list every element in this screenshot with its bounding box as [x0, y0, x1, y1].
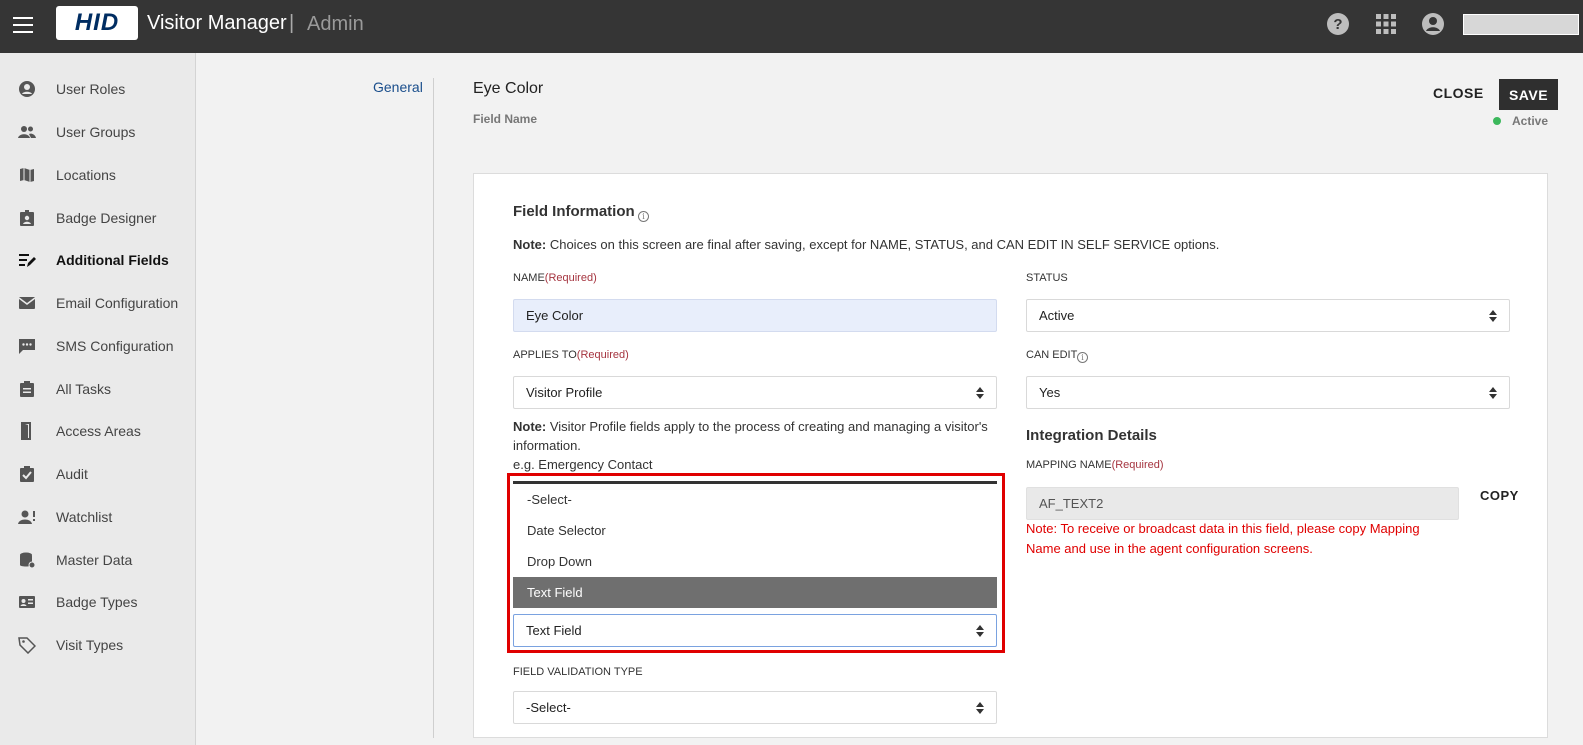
page-title: Eye Color: [473, 80, 544, 97]
sidebar-item-label: Watchlist: [56, 509, 113, 525]
field-validation-select[interactable]: -Select-: [513, 691, 997, 724]
apps-grid-icon[interactable]: [1374, 12, 1398, 36]
sidebar-item-label: Additional Fields: [56, 252, 169, 268]
applies-to-label: APPLIES TO(Required): [513, 349, 629, 361]
database-icon: [20, 552, 36, 569]
sidebar-item-email-configuration[interactable]: Email Configuration: [0, 285, 196, 321]
status-dot-icon: [1493, 117, 1501, 125]
sidebar-item-sms-configuration[interactable]: SMS Configuration: [0, 328, 196, 364]
sidebar-item-additional-fields[interactable]: Additional Fields: [0, 242, 196, 278]
badge-icon: [20, 210, 34, 226]
users-icon: [18, 126, 36, 138]
sidebar-item-audit[interactable]: Audit: [0, 456, 196, 492]
integration-title: Integration Details: [1026, 427, 1157, 444]
field-validation-label: FIELD VALIDATION TYPE: [513, 666, 643, 678]
tab-general[interactable]: General: [373, 79, 423, 95]
chevron-updown-icon: [1489, 387, 1497, 399]
sidebar-item-user-groups[interactable]: User Groups: [0, 114, 196, 150]
sidebar-item-visit-types[interactable]: Visit Types: [0, 627, 196, 663]
app-title: Visitor Manager: [147, 12, 287, 34]
title-separator: |: [289, 12, 295, 34]
mapping-name-label: MAPPING NAME(Required): [1026, 459, 1164, 471]
sidebar-item-all-tasks[interactable]: All Tasks: [0, 371, 196, 407]
can-edit-select[interactable]: Yes: [1026, 376, 1510, 409]
applies-to-example: e.g. Emergency Contact: [513, 457, 653, 472]
sidebar-item-label: SMS Configuration: [56, 338, 174, 354]
top-bar: HID Visitor Manager | Admin ?: [0, 0, 1583, 53]
sidebar: User Roles User Groups Locations Badge D…: [0, 53, 196, 745]
mapping-name-input[interactable]: AF_TEXT2: [1026, 487, 1459, 520]
sidebar-item-label: Locations: [56, 167, 116, 183]
svg-text:?: ?: [1333, 16, 1342, 33]
sidebar-item-badge-designer[interactable]: Badge Designer: [0, 200, 196, 236]
edit-list-icon: [19, 254, 36, 267]
form-note: Note: Choices on this screen are final a…: [513, 237, 1220, 252]
name-label: NAME(Required): [513, 272, 597, 284]
status-label: STATUS: [1026, 272, 1068, 284]
door-icon: [21, 422, 31, 440]
app-section: Admin: [307, 13, 364, 35]
highlight-box: [507, 473, 1005, 653]
user-name-box[interactable]: [1463, 14, 1579, 35]
check-clipboard-icon: [20, 466, 34, 482]
hid-logo: HID: [56, 6, 138, 40]
name-input[interactable]: Eye Color: [513, 299, 997, 332]
help-icon[interactable]: ?: [1326, 12, 1350, 36]
sidebar-item-watchlist[interactable]: Watchlist: [0, 499, 196, 535]
menu-icon[interactable]: [13, 17, 33, 33]
sidebar-item-label: User Roles: [56, 81, 126, 97]
account-icon[interactable]: [1421, 12, 1445, 36]
sidebar-item-label: Access Areas: [56, 423, 141, 439]
clipboard-icon: [20, 381, 34, 397]
can-edit-label: CAN EDIT: [1026, 349, 1078, 361]
status-select[interactable]: Active: [1026, 299, 1510, 332]
chevron-updown-icon: [976, 387, 984, 399]
sidebar-item-label: Audit: [56, 466, 88, 482]
mapping-note: Note: To receive or broadcast data in th…: [1026, 521, 1420, 556]
sidebar-item-label: Email Configuration: [56, 295, 179, 311]
map-icon: [20, 168, 34, 182]
divider: [433, 78, 434, 738]
sidebar-item-user-roles[interactable]: User Roles: [0, 71, 196, 107]
sidebar-item-label: Badge Designer: [56, 210, 157, 226]
status-badge: Active: [1512, 114, 1549, 128]
sidebar-item-label: Badge Types: [56, 594, 138, 610]
copy-button[interactable]: COPY: [1480, 488, 1519, 503]
section-title: Field Information: [513, 203, 635, 220]
chevron-updown-icon: [1489, 310, 1497, 322]
sidebar-item-label: All Tasks: [56, 381, 111, 397]
applies-to-note: Note: Visitor Profile fields apply to th…: [513, 419, 988, 453]
user-circle-icon: [19, 81, 35, 97]
sidebar-item-label: Visit Types: [56, 637, 124, 653]
sidebar-item-locations[interactable]: Locations: [0, 157, 196, 193]
tag-icon: [18, 637, 36, 654]
sidebar-item-access-areas[interactable]: Access Areas: [0, 413, 196, 449]
user-alert-icon: [18, 510, 35, 524]
chevron-updown-icon: [976, 702, 984, 714]
chat-icon: [19, 339, 35, 354]
page-subtitle: Field Name: [473, 112, 538, 126]
close-button[interactable]: CLOSE: [1433, 81, 1493, 105]
id-card-icon: [19, 596, 35, 608]
info-icon[interactable]: i: [638, 211, 649, 222]
sidebar-item-badge-types[interactable]: Badge Types: [0, 584, 196, 620]
sidebar-item-label: Master Data: [56, 552, 133, 568]
save-button[interactable]: SAVE: [1499, 79, 1558, 110]
applies-to-select[interactable]: Visitor Profile: [513, 376, 997, 409]
sidebar-item-label: User Groups: [56, 124, 136, 140]
info-icon[interactable]: i: [1077, 352, 1088, 363]
sidebar-item-master-data[interactable]: Master Data: [0, 542, 196, 578]
mail-icon: [18, 297, 36, 309]
